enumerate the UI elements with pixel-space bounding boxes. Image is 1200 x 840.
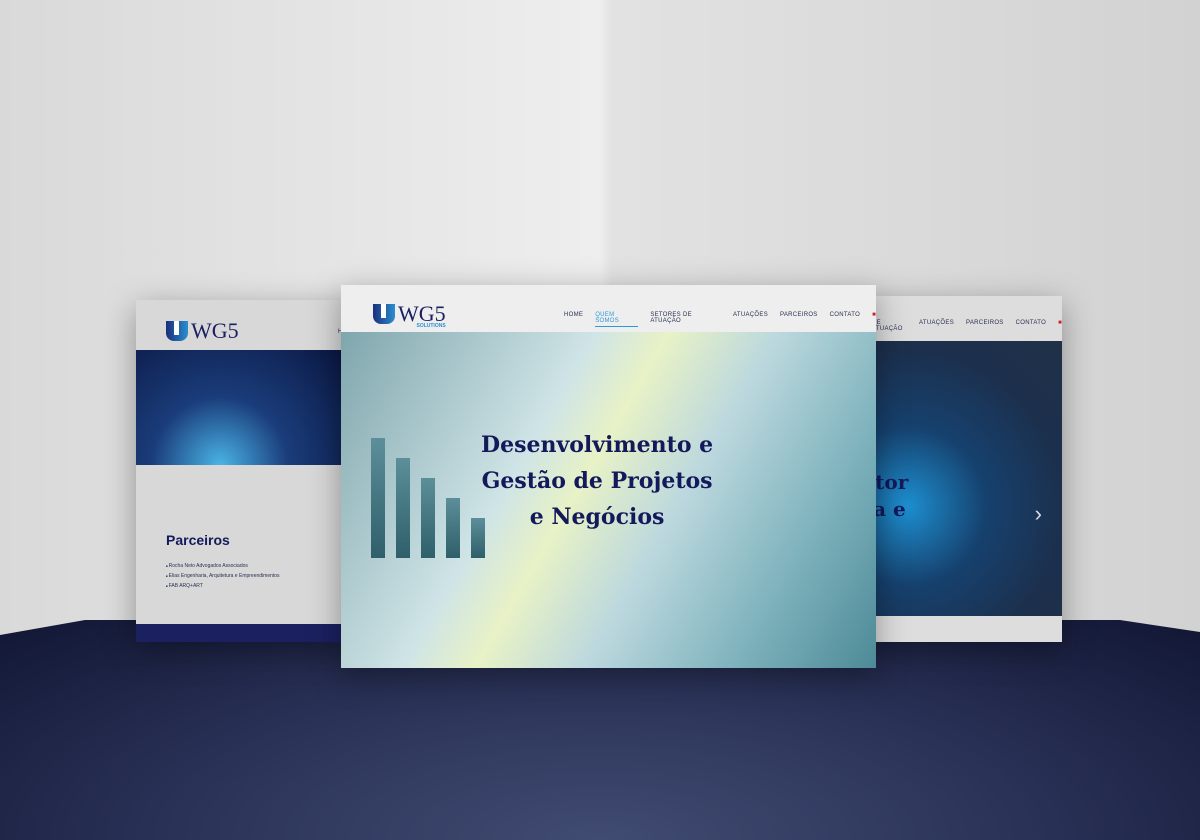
wg5-logo-icon bbox=[373, 304, 395, 324]
nav-parceiros[interactable]: PARCEIROS bbox=[966, 320, 1004, 332]
logo: WG5 SOLUTIONS bbox=[373, 301, 446, 329]
brand-tagline: SOLUTIONS bbox=[416, 323, 446, 329]
brand-name: WG5 bbox=[398, 301, 446, 326]
wg5-logo-icon bbox=[166, 321, 188, 341]
nav-home[interactable]: HOME bbox=[564, 312, 583, 327]
nav-setores[interactable]: SETORES DE ATUAÇÃO bbox=[650, 312, 721, 327]
partner-list: Rocha Neto Advogados Associados Elias En… bbox=[166, 561, 280, 591]
nav-parceiros[interactable]: PARCEIROS bbox=[780, 312, 818, 327]
partner-item: Elias Engenharia, Arquitetura e Empreend… bbox=[166, 571, 280, 581]
home-page-mockup: WG5 SOLUTIONS HOME QUEM SOMOS SETORES DE … bbox=[341, 285, 876, 668]
nav-setores[interactable]: DE ATUAÇÃO bbox=[872, 320, 907, 332]
nav-contato[interactable]: CONTATO bbox=[1016, 320, 1046, 332]
uk-flag-icon[interactable]: ■ bbox=[872, 312, 876, 327]
hero-line: Desenvolvimento e bbox=[481, 432, 714, 458]
nav: DE ATUAÇÃO ATUAÇÕES PARCEIROS CONTATO ■ bbox=[872, 320, 1062, 332]
partner-item: FAB ARQ+ART bbox=[166, 581, 280, 591]
partner-item: Rocha Neto Advogados Associados bbox=[166, 561, 280, 571]
setor-page-mockup: DE ATUAÇÃO ATUAÇÕES PARCEIROS CONTATO ■ … bbox=[868, 296, 1062, 642]
brand-name: WG5 bbox=[191, 318, 239, 343]
chevron-right-icon[interactable]: › bbox=[1035, 501, 1042, 527]
hero-title: Desenvolvimento e Gestão de Projetos e N… bbox=[481, 427, 713, 535]
nav-quem-somos[interactable]: QUEM SOMOS bbox=[595, 312, 639, 327]
network-hero-image bbox=[136, 350, 346, 465]
nav-atuacoes[interactable]: ATUAÇÕES bbox=[919, 320, 954, 332]
fiber-optic-hero-image: Setorura e › bbox=[868, 341, 1062, 616]
nav-atuacoes[interactable]: ATUAÇÕES bbox=[733, 312, 768, 327]
hero-line: e Negócios bbox=[529, 504, 665, 530]
main-nav: HOME QUEM SOMOS SETORES DE ATUAÇÃO ATUAÇ… bbox=[564, 312, 876, 327]
logo: WG5 bbox=[166, 320, 239, 342]
page-title: Parceiros bbox=[166, 532, 230, 548]
business-chart-hero-image: Desenvolvimento e Gestão de Projetos e N… bbox=[341, 332, 876, 668]
hero-line: Gestão de Projetos bbox=[481, 468, 713, 494]
uk-flag-icon[interactable]: ■ bbox=[1058, 320, 1062, 332]
nav-contato[interactable]: CONTATO bbox=[830, 312, 860, 327]
footer bbox=[136, 624, 346, 642]
parceiros-page-mockup: WG5 H Parceiros Rocha Neto Advogados Ass… bbox=[136, 300, 346, 642]
